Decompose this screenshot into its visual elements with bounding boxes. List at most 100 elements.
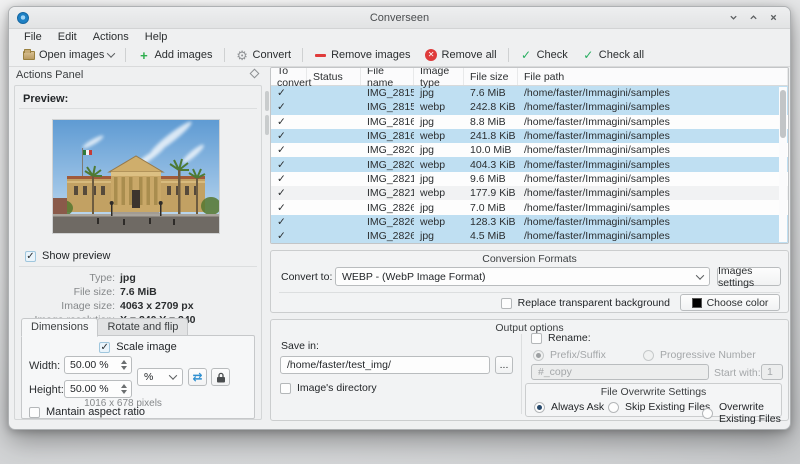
table-row[interactable]: ✓ IMG_2826_co... webp 128.3 KiB /home/fa… <box>271 214 788 229</box>
format-combobox[interactable]: WEBP - (WebP Image Format) <box>335 267 710 286</box>
header-status[interactable]: Status <box>307 68 361 85</box>
table-row[interactable]: ✓ IMG_2815.jpg jpg 7.6 MiB /home/faster/… <box>271 86 788 101</box>
menu-edit[interactable]: Edit <box>51 31 84 43</box>
height-label: Height: <box>29 384 64 396</box>
row-checkbox[interactable]: ✓ <box>271 187 307 199</box>
converseen-window: Converseen File Edit Actions Help Open i… <box>8 6 791 430</box>
titlebar[interactable]: Converseen <box>9 7 790 29</box>
row-file-name: IMG_2815_co... <box>367 101 414 114</box>
always-ask-radio[interactable]: Always Ask <box>534 401 604 413</box>
rename-checkbox[interactable]: Rename: <box>531 332 591 344</box>
radio-unselected-icon <box>608 401 619 413</box>
panel-splitter-handle[interactable] <box>265 115 269 135</box>
add-images-button[interactable]: + Add images <box>130 47 219 64</box>
header-to-convert[interactable]: To convert <box>271 68 311 89</box>
save-path-value: /home/faster/test_img/ <box>287 359 391 371</box>
replace-background-checkbox[interactable]: Replace transparent background <box>500 297 670 309</box>
close-icon[interactable] <box>766 11 780 25</box>
images-directory-checkbox[interactable]: Image's directory <box>280 382 377 394</box>
choose-color-button[interactable]: Choose color <box>680 294 780 311</box>
open-images-button[interactable]: Open images <box>15 47 121 64</box>
table-row[interactable]: ✓ IMG_2820.jpg jpg 10.0 MiB /home/faster… <box>271 143 788 157</box>
rename-pattern-field[interactable]: #_copy <box>531 364 709 380</box>
menu-actions[interactable]: Actions <box>86 31 136 43</box>
row-image-type: webp <box>420 187 446 200</box>
open-images-label: Open images <box>39 49 105 61</box>
width-label: Width: <box>29 360 61 372</box>
scale-image-checkbox[interactable]: ✓ Scale image <box>99 341 177 353</box>
prefix-suffix-radio[interactable]: Prefix/Suffix <box>533 349 606 361</box>
browse-button[interactable]: ... <box>495 356 513 374</box>
header-file-path[interactable]: File path <box>518 68 788 85</box>
row-checkbox[interactable]: ✓ <box>271 116 307 128</box>
maintain-aspect-checkbox[interactable]: Mantain aspect ratio <box>29 406 145 418</box>
show-preview-checkbox[interactable]: ✓ Show preview <box>25 250 110 262</box>
height-spinner[interactable]: 50.00 % <box>64 380 132 398</box>
check-button[interactable]: ✓ Check <box>513 47 575 64</box>
row-image-type: jpg <box>420 115 435 128</box>
row-checkbox[interactable]: ✓ <box>271 101 307 113</box>
float-panel-icon[interactable] <box>249 68 260 79</box>
scrollbar-thumb[interactable] <box>780 90 786 138</box>
progressive-number-radio[interactable]: Progressive Number <box>643 349 756 361</box>
info-imagesize-value: 4063 x 2709 px <box>120 300 194 312</box>
table-row[interactable]: ✓ IMG_2821.jpg jpg 9.6 MiB /home/faster/… <box>271 172 788 186</box>
swap-dimensions-button[interactable]: ⇄ <box>188 368 207 386</box>
table-row[interactable]: ✓ IMG_2821_co... webp 177.9 KiB /home/fa… <box>271 186 788 201</box>
row-checkbox[interactable]: ✓ <box>271 202 307 214</box>
lock-ratio-button[interactable] <box>211 368 230 386</box>
header-file-size[interactable]: File size <box>464 68 518 85</box>
check-all-button[interactable]: ✓ Check all <box>575 47 651 64</box>
table-row[interactable]: ✓ IMG_2820_co... webp 404.3 KiB /home/fa… <box>271 157 788 172</box>
row-file-size: 7.6 MiB <box>470 87 506 100</box>
panel-splitter-handle[interactable] <box>265 91 269 111</box>
row-checkbox[interactable]: ✓ <box>271 159 307 171</box>
unit-combobox[interactable]: % <box>137 368 183 386</box>
width-spinner[interactable]: 50.00 % <box>64 356 132 374</box>
info-filesize-value: 7.6 MiB <box>120 286 157 298</box>
row-checkbox[interactable]: ✓ <box>271 144 307 156</box>
start-with-spinner[interactable]: 1 <box>761 364 783 380</box>
checkbox-unchecked-icon <box>29 406 40 418</box>
minimize-icon[interactable] <box>726 11 740 25</box>
row-file-path: /home/faster/Immagini/samples <box>524 201 670 214</box>
maximize-icon[interactable] <box>746 11 760 25</box>
spinner-arrows-icon[interactable] <box>117 384 131 394</box>
row-file-path: /home/faster/Immagini/samples <box>524 230 670 243</box>
row-file-size: 10.0 MiB <box>470 144 512 157</box>
row-file-path: /home/faster/Immagini/samples <box>524 115 670 128</box>
tab-dimensions[interactable]: Dimensions <box>21 318 99 337</box>
menu-file[interactable]: File <box>17 31 49 43</box>
save-path-field[interactable]: /home/faster/test_img/ <box>280 356 490 374</box>
choose-color-label: Choose color <box>706 296 769 309</box>
spinner-arrows-icon[interactable] <box>117 360 131 370</box>
row-file-name: IMG_2815.jpg <box>367 87 414 100</box>
remove-all-button[interactable]: ✕ Remove all <box>418 47 504 64</box>
images-settings-button[interactable]: Images settings <box>717 265 781 289</box>
checkbox-checked-icon: ✓ <box>25 250 36 262</box>
row-file-path: /home/faster/Immagini/samples <box>524 172 670 185</box>
skip-existing-radio[interactable]: Skip Existing Files <box>608 401 710 413</box>
row-checkbox[interactable]: ✓ <box>271 230 307 242</box>
actions-panel: Actions Panel Preview: ✓ Show preview Ty… <box>12 67 264 422</box>
table-scrollbar[interactable] <box>779 87 787 242</box>
file-overwrite-title: File Overwrite Settings <box>600 386 707 398</box>
row-checkbox[interactable]: ✓ <box>271 87 307 99</box>
row-file-name: IMG_2826.jpg <box>367 201 414 214</box>
header-file-name[interactable]: File name <box>361 68 414 89</box>
remove-images-button[interactable]: Remove images <box>307 47 417 64</box>
table-row[interactable]: ✓ IMG_2826.jpg jpg 7.0 MiB /home/faster/… <box>271 200 788 214</box>
preview-image <box>53 120 219 233</box>
table-row[interactable]: ✓ IMG_2816.jpg jpg 8.8 MiB /home/faster/… <box>271 115 788 129</box>
convert-button[interactable]: ⚙ Convert <box>229 47 299 64</box>
row-checkbox[interactable]: ✓ <box>271 216 307 228</box>
table-row[interactable]: ✓ IMG_2816_co... webp 241.8 KiB /home/fa… <box>271 128 788 144</box>
table-row[interactable]: ✓ IMG_2815_co... webp 242.8 KiB /home/fa… <box>271 100 788 115</box>
table-row[interactable]: ✓ IMG_2826-M... jpg 4.5 MiB /home/faster… <box>271 228 788 243</box>
table-header: To convert Status File name Image type F… <box>271 68 788 89</box>
row-checkbox[interactable]: ✓ <box>271 130 307 142</box>
row-checkbox[interactable]: ✓ <box>271 173 307 185</box>
overwrite-existing-radio[interactable]: Overwrite Existing Files <box>702 401 781 425</box>
header-image-type[interactable]: Image type <box>414 68 464 89</box>
menu-help[interactable]: Help <box>138 31 175 43</box>
